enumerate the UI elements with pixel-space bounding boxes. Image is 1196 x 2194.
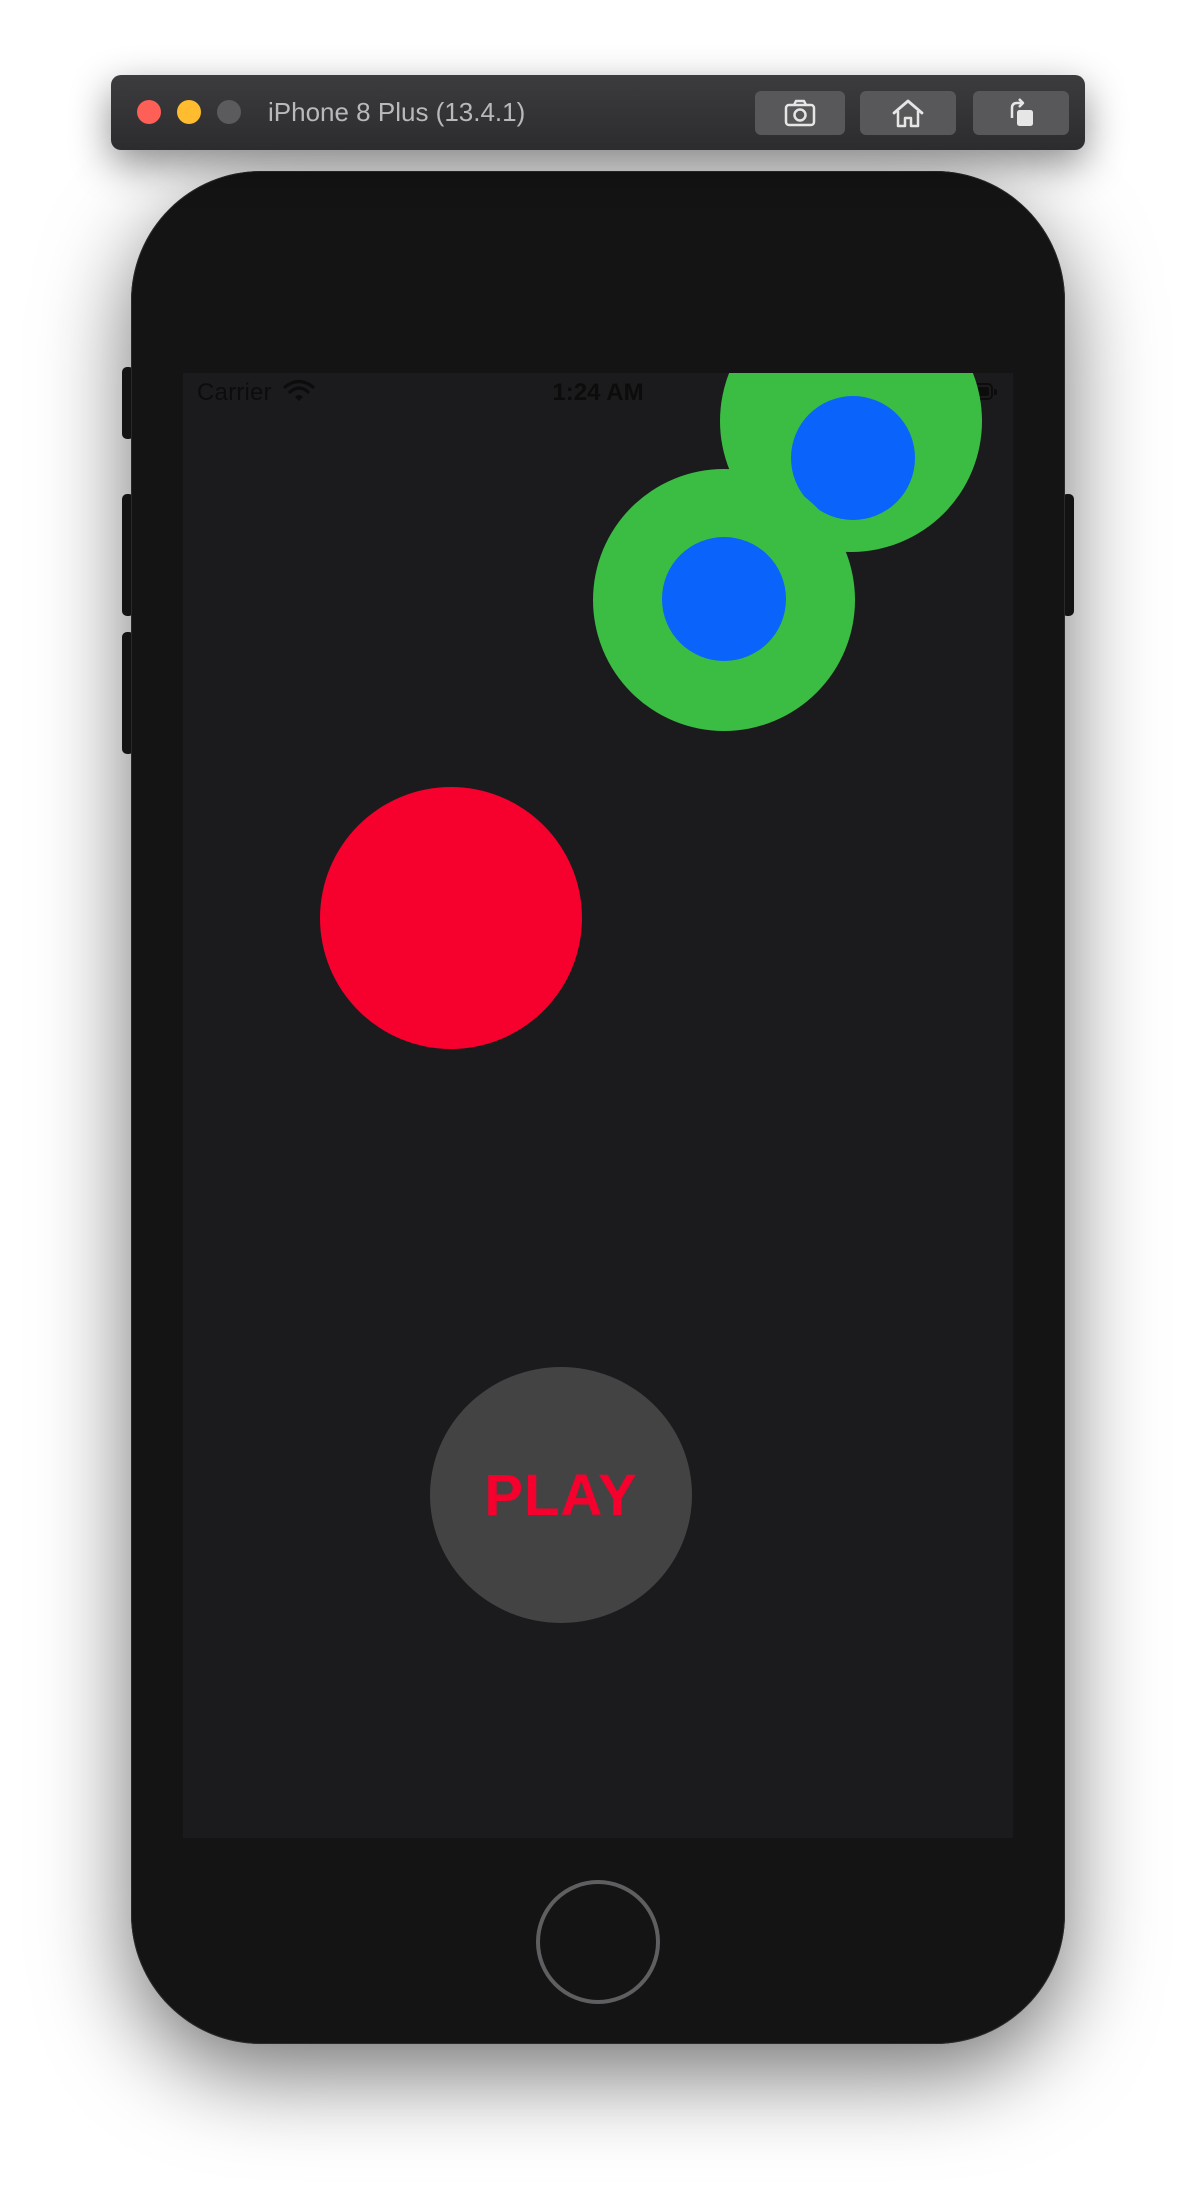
red-ball[interactable]: [320, 787, 582, 1049]
close-window-button[interactable]: [137, 100, 161, 124]
blue-dot-bottom[interactable]: [662, 537, 786, 661]
camera-icon: [784, 99, 816, 127]
battery-tip: [994, 389, 997, 395]
screenshot-button[interactable]: [755, 91, 845, 135]
minimize-window-button[interactable]: [177, 100, 201, 124]
zoom-window-button[interactable]: [217, 100, 241, 124]
rotate-icon: [1010, 98, 1033, 126]
home-button[interactable]: [536, 1880, 660, 2004]
home-icon: [892, 99, 924, 128]
play-button[interactable]: PLAY: [430, 1367, 692, 1623]
device-screen: Carrier 1:24 AM PLAY: [183, 373, 1013, 1838]
home-toolbar-button[interactable]: [860, 91, 956, 135]
simulator-title: iPhone 8 Plus (13.4.1): [268, 97, 526, 127]
rotate-button[interactable]: [973, 91, 1069, 135]
simulator-titlebar: iPhone 8 Plus (13.4.1): [111, 75, 1085, 150]
